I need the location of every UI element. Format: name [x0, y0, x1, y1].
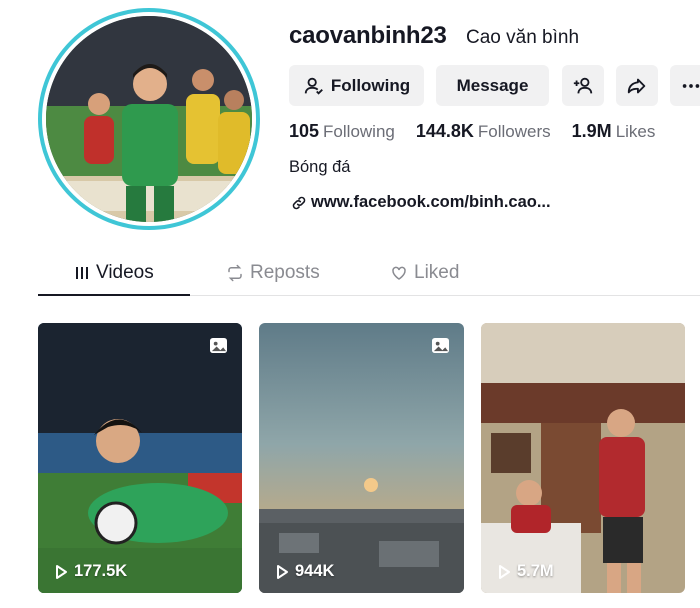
play-icon [56, 564, 67, 579]
user-check-icon [304, 77, 323, 95]
view-count: 177.5K [53, 562, 127, 581]
heart-lock-icon [392, 266, 406, 280]
video-card[interactable]: 177.5K [38, 323, 242, 593]
profile-link[interactable]: www.facebook.com/binh.cao... [291, 193, 551, 212]
photo-mode-icon [210, 337, 227, 354]
view-count-text: 944K [295, 562, 335, 580]
share-button[interactable] [616, 65, 658, 106]
likes-stat-label: Likes [615, 122, 656, 141]
following-stat-label: Following [323, 122, 395, 141]
grid-icon [76, 267, 88, 279]
view-count-text: 177.5K [74, 562, 128, 580]
tab-videos-label: Videos [96, 262, 154, 283]
followers-stat-label: Followers [477, 122, 551, 141]
profile-link-text: www.facebook.com/binh.cao... [311, 193, 551, 211]
video-thumbnail [259, 323, 464, 593]
video-card[interactable]: 944K [259, 323, 464, 593]
photo-mode-icon [432, 337, 449, 354]
view-count: 5.7M [496, 562, 554, 581]
video-thumbnail [481, 323, 685, 593]
profile-bio: Bóng đá [289, 158, 351, 176]
video-card[interactable]: 5.7M [481, 323, 685, 593]
following-button-label: Following [330, 75, 411, 95]
tab-reposts[interactable]: Reposts [226, 262, 320, 284]
tab-liked[interactable]: Liked [390, 262, 459, 284]
play-icon [277, 564, 288, 579]
suggested-accounts-button[interactable] [562, 65, 604, 106]
likes-stat: 1.9M Likes [572, 121, 656, 142]
video-thumbnail [38, 323, 242, 593]
followers-stat[interactable]: 144.8K Followers [416, 121, 551, 142]
repost-icon [228, 264, 242, 282]
following-stat[interactable]: 105 Following [289, 121, 395, 142]
profile-avatar[interactable] [38, 8, 260, 230]
view-count-text: 5.7M [517, 562, 554, 580]
share-icon [627, 78, 646, 93]
username: caovanbinh23 [289, 22, 447, 49]
display-name: Cao văn bình [466, 27, 580, 48]
add-user-icon [573, 77, 593, 93]
tab-videos[interactable]: Videos [74, 262, 154, 284]
active-tab-indicator [38, 294, 190, 296]
message-button[interactable]: Message [436, 65, 549, 106]
message-button-label: Message [456, 75, 529, 95]
following-button[interactable]: Following [289, 65, 424, 106]
link-icon [292, 196, 306, 209]
more-options-button[interactable] [670, 65, 700, 106]
play-icon [499, 564, 510, 579]
tab-reposts-label: Reposts [250, 262, 320, 283]
more-dots-icon [682, 83, 700, 88]
view-count: 944K [274, 562, 334, 581]
likes-count: 1.9M [571, 121, 612, 141]
following-count: 105 [289, 121, 320, 141]
profile-tabs: Videos Reposts Liked [38, 256, 700, 296]
avatar-image [46, 16, 252, 222]
followers-count: 144.8K [415, 121, 474, 141]
tab-liked-label: Liked [414, 262, 460, 283]
profile-stats: 105 Following 144.8K Followers 1.9M Likes [289, 121, 655, 142]
